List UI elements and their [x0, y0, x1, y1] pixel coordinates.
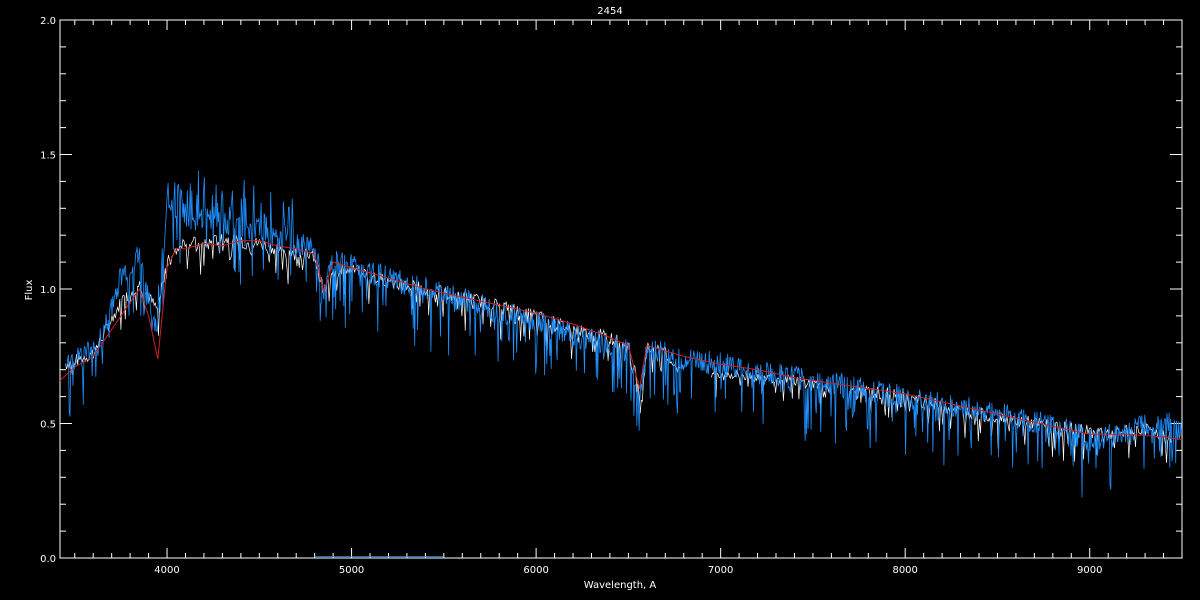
x-tick-label: 5000 [339, 565, 364, 576]
x-tick-label: 9000 [1077, 565, 1102, 576]
x-tick-label: 6000 [523, 565, 548, 576]
blue-spectrum-line [65, 170, 1182, 498]
x-axis-label: Wavelength, A [584, 580, 657, 591]
y-axis-label: Flux [24, 280, 35, 301]
y-tick-label: 1.5 [40, 151, 56, 162]
series-layer [59, 170, 1183, 558]
y-tick-label: 0.0 [40, 554, 56, 565]
x-tick-label: 7000 [708, 565, 733, 576]
plot-frame [59, 19, 1183, 559]
y-tick-label: 2.0 [40, 16, 56, 27]
axes-layer: 4000 5000 6000 7000 8000 9000 0.0 0.5 1.0 1.5 2.0 [40, 16, 1183, 576]
red-model-line [59, 240, 1183, 441]
x-tick-label: 4000 [154, 565, 179, 576]
x-tick-label: 8000 [892, 565, 917, 576]
y-tick-label: 0.5 [40, 420, 56, 431]
y-tick-label: 1.0 [40, 285, 56, 296]
spectrum-chart: 4000 5000 6000 7000 8000 90000.00.51.01.52.0 … [24, 6, 1183, 591]
chart-title: 2454 [597, 6, 622, 17]
